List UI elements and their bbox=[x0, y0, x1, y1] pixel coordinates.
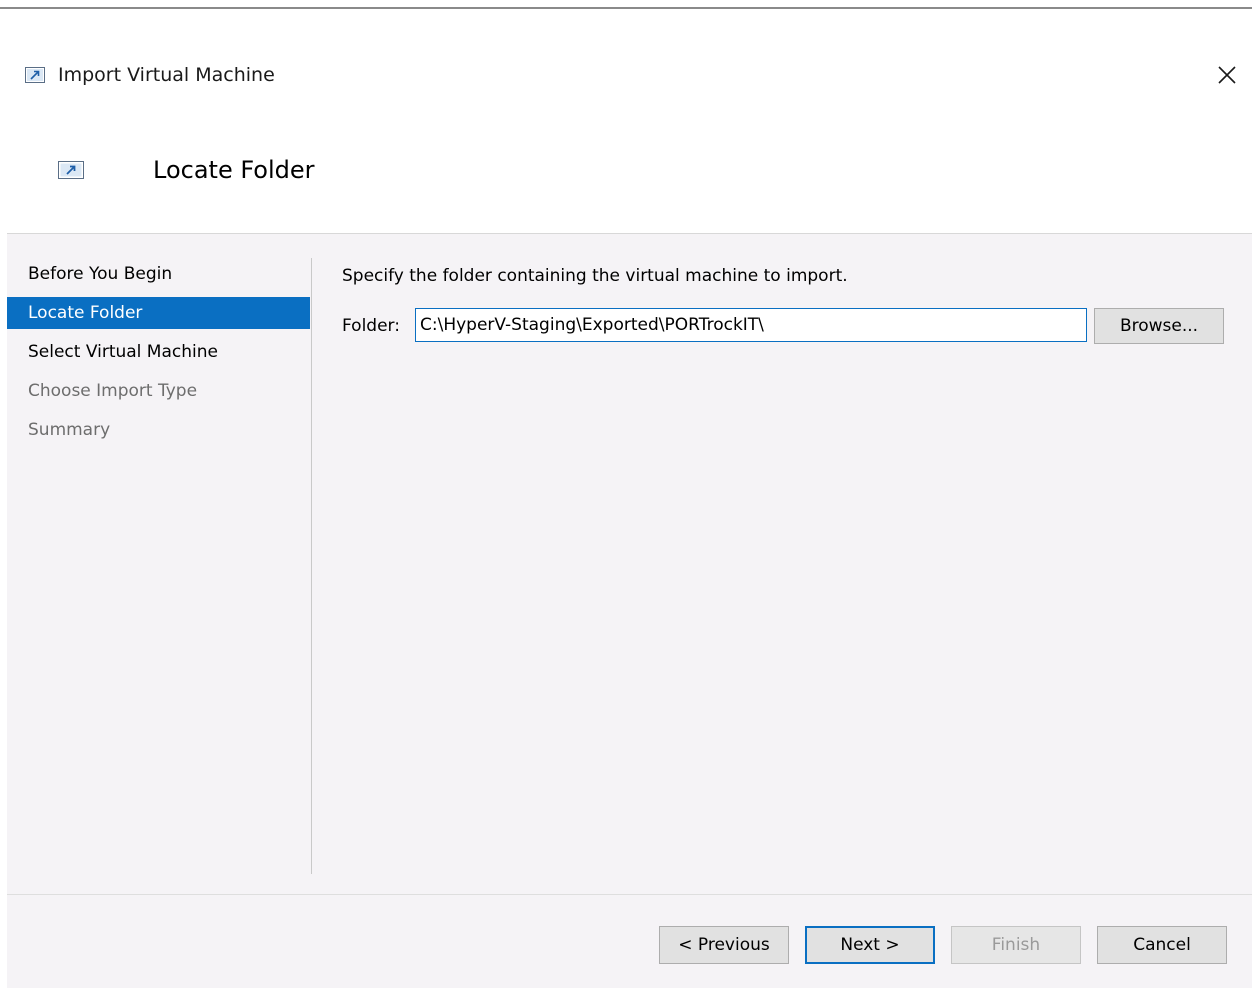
wizard-steps-nav: Before You Begin Locate Folder Select Vi… bbox=[7, 258, 310, 453]
previous-button[interactable]: < Previous bbox=[659, 926, 789, 964]
nav-divider bbox=[311, 258, 312, 874]
wizard-body: Before You Begin Locate Folder Select Vi… bbox=[7, 233, 1252, 988]
next-button[interactable]: Next > bbox=[805, 926, 935, 964]
nav-item-label: Locate Folder bbox=[28, 303, 143, 323]
top-rule bbox=[0, 0, 1252, 9]
nav-item-locate-folder[interactable]: Locate Folder bbox=[7, 297, 310, 329]
instruction-text: Specify the folder containing the virtua… bbox=[342, 266, 848, 286]
finish-button: Finish bbox=[951, 926, 1081, 964]
browse-button[interactable]: Browse... bbox=[1094, 308, 1224, 344]
nav-item-label: Before You Begin bbox=[28, 264, 173, 284]
nav-item-label: Select Virtual Machine bbox=[28, 342, 218, 362]
nav-item-select-virtual-machine[interactable]: Select Virtual Machine bbox=[7, 336, 310, 368]
nav-item-before-you-begin[interactable]: Before You Begin bbox=[7, 258, 310, 290]
footer-divider bbox=[7, 894, 1252, 895]
nav-item-label: Choose Import Type bbox=[28, 381, 198, 401]
import-vm-dialog: Import Virtual Machine Locate Folder Bef… bbox=[0, 0, 1252, 988]
folder-label: Folder: bbox=[342, 316, 400, 336]
nav-item-label: Summary bbox=[28, 420, 111, 440]
page-title: Locate Folder bbox=[153, 156, 315, 184]
folder-path-input[interactable] bbox=[415, 308, 1087, 342]
nav-item-choose-import-type: Choose Import Type bbox=[7, 375, 310, 407]
header-import-vm-icon bbox=[58, 161, 84, 179]
window-title: Import Virtual Machine bbox=[58, 64, 275, 86]
cancel-button[interactable]: Cancel bbox=[1097, 926, 1227, 964]
close-icon[interactable] bbox=[1210, 58, 1244, 92]
nav-item-summary: Summary bbox=[7, 414, 310, 446]
import-vm-icon bbox=[25, 67, 45, 83]
